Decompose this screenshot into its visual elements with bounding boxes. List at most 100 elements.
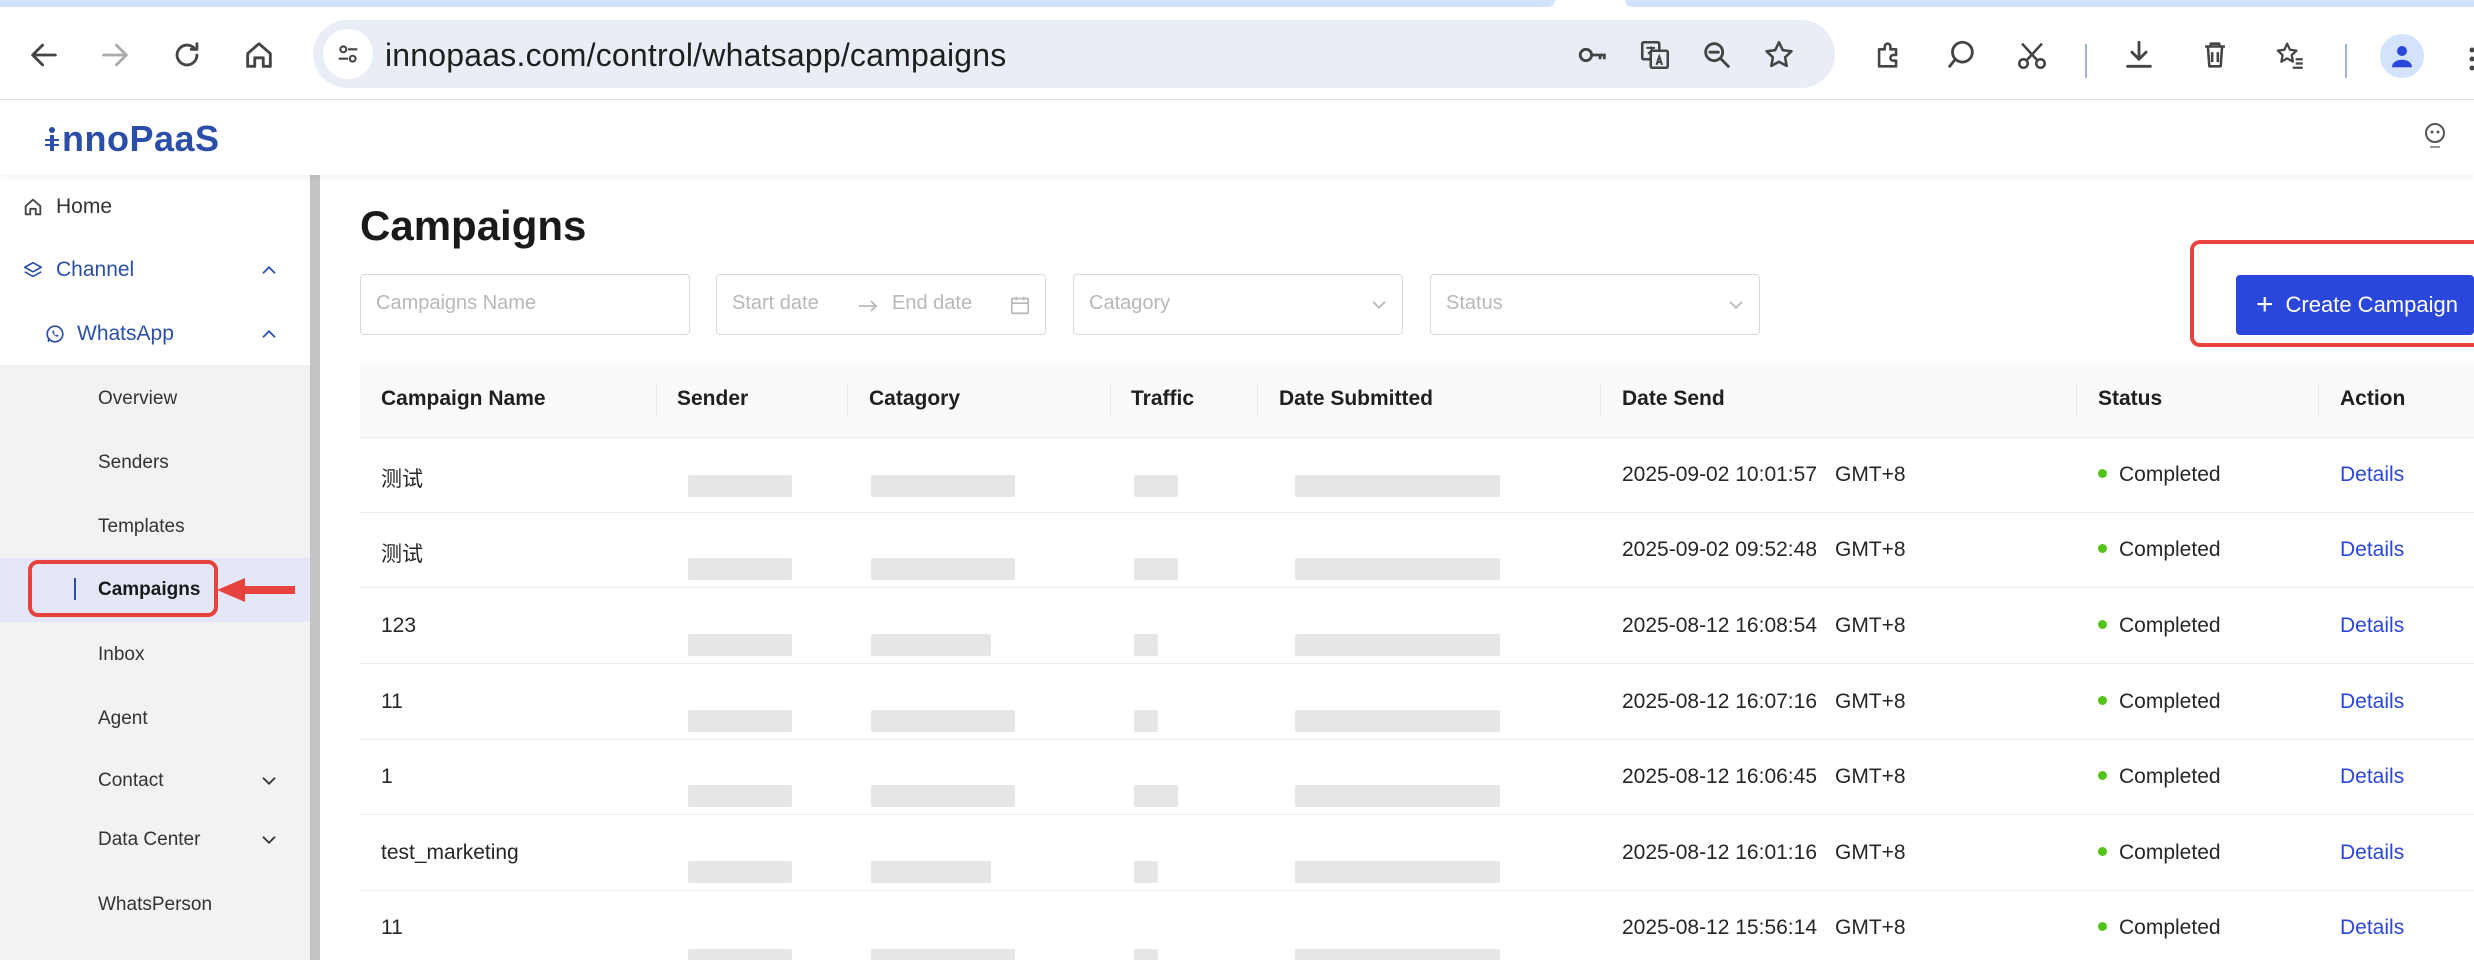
favorites-button[interactable] xyxy=(2265,30,2315,80)
sidebar-scrollbar[interactable] xyxy=(310,175,320,960)
start-date-placeholder[interactable]: Start date xyxy=(732,292,819,315)
category-select[interactable]: Catagory xyxy=(1073,274,1403,335)
chevron-down-icon xyxy=(1729,301,1743,310)
status-text: Completed xyxy=(2119,614,2221,637)
sidebar-item-whatsapp[interactable]: WhatsApp xyxy=(0,304,310,364)
details-link[interactable]: Details xyxy=(2340,538,2404,562)
tab-strip xyxy=(0,0,2474,8)
sidebar-item-whatsperson[interactable]: WhatsPerson xyxy=(0,875,310,935)
background-tab[interactable] xyxy=(1625,0,2474,7)
details-link[interactable]: Details xyxy=(2340,614,2404,638)
sidebar-item-contact[interactable]: Contact xyxy=(0,751,310,811)
chevron-down-icon xyxy=(262,777,276,786)
column-header[interactable]: Date Send xyxy=(1622,387,1725,411)
column-header[interactable]: Status xyxy=(2098,387,2162,411)
redacted-traffic xyxy=(1134,558,1178,580)
redacted-category xyxy=(871,634,991,656)
status-dot-icon xyxy=(2098,846,2107,856)
password-key-icon[interactable] xyxy=(1575,37,1611,73)
url-text[interactable]: innopaas.com/control/whatsapp/campaigns xyxy=(385,37,1007,74)
column-header[interactable]: Campaign Name xyxy=(381,387,546,411)
redacted-category xyxy=(871,861,991,883)
sidebar-item-channel[interactable]: Channel xyxy=(0,240,310,300)
redacted-date-submitted xyxy=(1295,558,1500,580)
extensions-button[interactable] xyxy=(1864,30,1914,80)
sidebar-label: Templates xyxy=(98,516,185,537)
column-header[interactable]: Action xyxy=(2340,387,2405,411)
page-title: Campaigns xyxy=(360,202,587,249)
forward-button[interactable] xyxy=(90,30,140,80)
download-button[interactable] xyxy=(2114,30,2164,80)
sidebar-item-inbox[interactable]: Inbox xyxy=(0,625,310,685)
sidebar-item-overview[interactable]: Overview xyxy=(0,369,310,429)
status-dot-icon xyxy=(2098,468,2107,478)
site-info-button[interactable] xyxy=(323,29,373,79)
sidebar-item-senders[interactable]: Senders xyxy=(0,433,310,493)
column-header[interactable]: Date Submitted xyxy=(1279,387,1433,411)
sidebar-item-home[interactable]: Home xyxy=(0,177,310,237)
translate-icon[interactable] xyxy=(1637,37,1673,73)
menu-icon[interactable] xyxy=(2466,44,2474,74)
redacted-category xyxy=(871,475,1015,497)
details-link[interactable]: Details xyxy=(2340,841,2404,865)
campaign-name-cell: 1 xyxy=(381,765,393,788)
sidebar-item-templates[interactable]: Templates xyxy=(0,497,310,557)
redacted-traffic xyxy=(1134,785,1178,807)
details-link[interactable]: Details xyxy=(2340,463,2404,487)
status-text: Completed xyxy=(2119,841,2221,864)
user-menu-icon[interactable] xyxy=(2420,118,2456,154)
redacted-date-submitted xyxy=(1295,634,1500,656)
redacted-traffic xyxy=(1134,710,1158,732)
home-button[interactable] xyxy=(234,30,284,80)
redacted-sender xyxy=(688,475,792,497)
sidebar-label: Inbox xyxy=(98,644,145,665)
redacted-traffic xyxy=(1134,949,1158,960)
details-link[interactable]: Details xyxy=(2340,916,2404,940)
status-cell: Completed xyxy=(2098,690,2221,714)
redacted-traffic xyxy=(1134,861,1158,883)
profile-avatar[interactable] xyxy=(2380,34,2424,78)
search-button[interactable] xyxy=(1936,30,1986,80)
redacted-date-submitted xyxy=(1295,475,1500,497)
sidebar-label: WhatsPerson xyxy=(98,894,213,915)
campaign-name-cell: test_marketing xyxy=(381,841,519,864)
details-link[interactable]: Details xyxy=(2340,690,2404,714)
sidebar-item-data-center[interactable]: Data Center xyxy=(0,810,310,870)
date-send-cell: 2025-09-02 10:01:57 xyxy=(1622,463,1817,486)
redacted-sender xyxy=(688,861,792,883)
address-bar[interactable]: innopaas.com/control/whatsapp/campaigns xyxy=(313,20,1835,88)
status-select[interactable]: Status xyxy=(1430,274,1760,335)
status-dot-icon xyxy=(2098,695,2107,705)
app-logo[interactable]: nnoPaaS xyxy=(44,118,220,160)
bookmark-star-icon[interactable] xyxy=(1761,37,1797,73)
date-range-picker[interactable]: Start date End date xyxy=(716,274,1046,335)
timezone-cell: GMT+8 xyxy=(1835,538,1906,561)
arrow-right-icon xyxy=(102,43,128,67)
status-cell: Completed xyxy=(2098,614,2221,638)
toolbar-separator xyxy=(2085,44,2087,78)
browser-toolbar: innopaas.com/control/whatsapp/campaigns xyxy=(0,8,2474,100)
table-row: 123 2025-08-12 16:08:54 GMT+8 Completed … xyxy=(360,589,2474,664)
reload-button[interactable] xyxy=(162,30,212,80)
column-divider xyxy=(2318,383,2319,417)
campaign-name-input[interactable]: Campaigns Name xyxy=(360,274,690,335)
details-link[interactable]: Details xyxy=(2340,765,2404,789)
zoom-out-icon[interactable] xyxy=(1699,37,1735,73)
redacted-category xyxy=(871,710,1015,732)
column-divider xyxy=(656,383,657,417)
column-divider xyxy=(1257,383,1258,417)
logo-mark-icon xyxy=(44,121,60,157)
column-header[interactable]: Sender xyxy=(677,387,748,411)
column-header[interactable]: Catagory xyxy=(869,387,960,411)
redacted-category xyxy=(871,785,1015,807)
back-button[interactable] xyxy=(19,30,69,80)
chevron-down-icon xyxy=(1372,301,1386,310)
sidebar-item-agent[interactable]: Agent xyxy=(0,689,310,749)
end-date-placeholder[interactable]: End date xyxy=(892,292,972,315)
delete-button[interactable] xyxy=(2190,30,2240,80)
active-tab[interactable] xyxy=(0,0,1555,7)
column-header[interactable]: Traffic xyxy=(1131,387,1194,411)
screenshot-button[interactable] xyxy=(2007,30,2057,80)
status-text: Completed xyxy=(2119,538,2221,561)
trash-icon xyxy=(2205,42,2225,68)
